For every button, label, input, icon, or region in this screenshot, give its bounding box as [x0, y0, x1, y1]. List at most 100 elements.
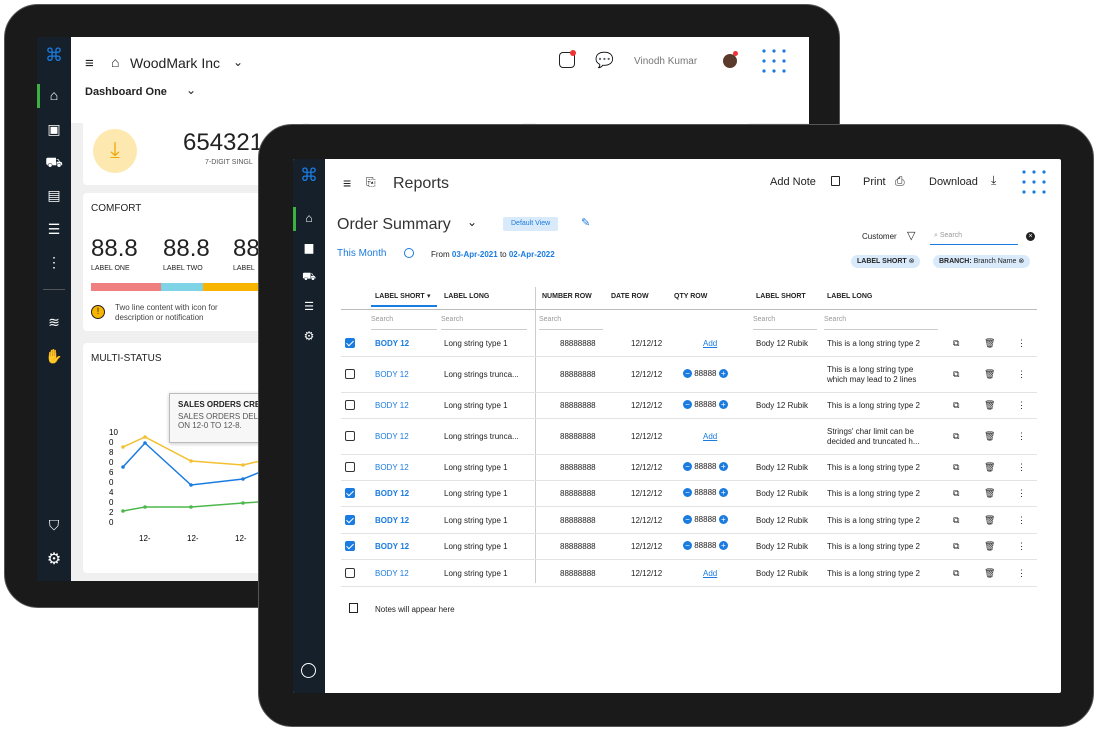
- from-date[interactable]: 03-Apr-2021: [452, 250, 498, 259]
- filter-chip-branch[interactable]: BRANCH: Branch Name ⊗: [933, 255, 1031, 268]
- qty-stepper[interactable]: − 88888 +: [683, 400, 728, 410]
- pause-icon[interactable]: [404, 248, 414, 258]
- edit-icon[interactable]: ✎: [581, 216, 590, 229]
- list-icon[interactable]: ☰: [293, 300, 325, 313]
- minus-icon[interactable]: −: [683, 541, 692, 551]
- dashboard-selector[interactable]: Dashboard One: [85, 86, 167, 98]
- qty-stepper[interactable]: − 88888 +: [683, 515, 728, 525]
- chart-icon[interactable]: ≋: [37, 314, 71, 331]
- plus-icon[interactable]: +: [718, 400, 728, 410]
- more-icon[interactable]: ⋮: [1017, 400, 1026, 411]
- chevron-down-icon[interactable]: ⌄: [233, 55, 243, 69]
- minus-icon[interactable]: −: [683, 462, 692, 472]
- this-month-selector[interactable]: This Month: [337, 248, 386, 259]
- qty-stepper[interactable]: − 88888 +: [683, 462, 728, 472]
- row-checkbox[interactable]: [345, 488, 355, 498]
- menu-icon[interactable]: ≡: [343, 175, 351, 191]
- more-icon[interactable]: ⋮: [37, 254, 71, 271]
- summary-title[interactable]: Order Summary: [337, 216, 451, 234]
- cell-label-short[interactable]: BODY 12: [375, 569, 409, 578]
- document-icon[interactable]: ▤: [37, 187, 71, 204]
- copy-icon[interactable]: ⧉: [953, 462, 959, 473]
- clear-icon[interactable]: ×: [1026, 232, 1035, 241]
- table-row[interactable]: BODY 12 Long string type 1 88888888 12/12/1…: [341, 455, 1037, 481]
- row-checkbox[interactable]: [345, 515, 355, 525]
- cell-label-short[interactable]: BODY 12: [375, 489, 409, 498]
- minus-icon[interactable]: −: [683, 488, 692, 498]
- avatar[interactable]: [723, 54, 737, 68]
- company-name[interactable]: WoodMark Inc: [130, 55, 220, 71]
- table-row[interactable]: BODY 12 Long strings trunca... 88888888 12/…: [341, 357, 1037, 393]
- delete-icon[interactable]: 🗑: [984, 488, 995, 499]
- row-checkbox[interactable]: [345, 400, 355, 410]
- cell-label-short[interactable]: BODY 12: [375, 370, 409, 379]
- truck-icon[interactable]: ⛟: [37, 154, 71, 173]
- copy-icon[interactable]: ⧉: [953, 541, 959, 552]
- user-icon[interactable]: [301, 663, 316, 678]
- apps-grid-icon[interactable]: [761, 48, 787, 74]
- copy-icon[interactable]: ⧉: [953, 369, 959, 380]
- col-number-row[interactable]: NUMBER ROW: [542, 293, 592, 300]
- copy-icon[interactable]: ⧉: [953, 338, 959, 349]
- filter-chip-label-short[interactable]: LABEL SHORT ⊗: [851, 255, 921, 268]
- plus-icon[interactable]: +: [718, 541, 728, 551]
- more-icon[interactable]: ⋮: [1017, 515, 1026, 526]
- cell-label-short[interactable]: BODY 12: [375, 339, 409, 348]
- plus-icon[interactable]: +: [718, 515, 728, 525]
- download-icon[interactable]: ⤓: [991, 173, 996, 188]
- chip-close-icon[interactable]: ⊗: [1018, 258, 1024, 265]
- chevron-down-icon[interactable]: ⌄: [467, 215, 477, 229]
- box-icon[interactable]: ▣: [37, 121, 71, 138]
- settings-icon[interactable]: ⚙: [37, 549, 71, 569]
- delete-icon[interactable]: 🗑: [984, 369, 995, 380]
- note-icon[interactable]: [831, 176, 840, 186]
- delete-icon[interactable]: 🗑: [984, 541, 995, 552]
- hand-icon[interactable]: ✋: [37, 348, 71, 365]
- qty-stepper[interactable]: − 88888 +: [683, 488, 728, 498]
- add-note-button[interactable]: Add Note: [770, 176, 816, 188]
- plus-icon[interactable]: +: [718, 488, 728, 498]
- copy-icon[interactable]: ⧉: [953, 568, 959, 579]
- cell-label-short[interactable]: BODY 12: [375, 401, 409, 410]
- table-row[interactable]: BODY 12 Long string type 1 88888888 12/12/1…: [341, 534, 1037, 560]
- col-label-long-2[interactable]: LABEL LONG: [827, 293, 872, 300]
- more-icon[interactable]: ⋮: [1017, 338, 1026, 349]
- search-input[interactable]: Search: [539, 312, 603, 330]
- chip-close-icon[interactable]: ⊗: [909, 258, 915, 265]
- copy-icon[interactable]: ⧉: [953, 400, 959, 411]
- add-link[interactable]: Add: [703, 432, 717, 441]
- cell-label-short[interactable]: BODY 12: [375, 542, 409, 551]
- home-icon[interactable]: ⌂: [37, 87, 71, 103]
- table-row[interactable]: BODY 12 Long string type 1 88888888 12/12/1…: [341, 481, 1037, 507]
- minus-icon[interactable]: −: [683, 400, 692, 410]
- gift-icon[interactable]: ▆: [293, 241, 325, 254]
- printer-icon[interactable]: ⎙: [895, 174, 905, 189]
- more-icon[interactable]: ⋮: [1017, 568, 1026, 579]
- more-icon[interactable]: ⋮: [1017, 431, 1026, 442]
- row-checkbox[interactable]: [345, 369, 355, 379]
- row-checkbox[interactable]: [345, 541, 355, 551]
- to-date[interactable]: 02-Apr-2022: [509, 250, 555, 259]
- delete-icon[interactable]: 🗑: [984, 515, 995, 526]
- copy-icon[interactable]: ⧉: [953, 488, 959, 499]
- delete-icon[interactable]: 🗑: [984, 400, 995, 411]
- search-input[interactable]: Search: [371, 312, 437, 330]
- plus-icon[interactable]: +: [718, 462, 728, 472]
- download-button[interactable]: Download: [929, 176, 978, 188]
- more-icon[interactable]: ⋮: [1017, 462, 1026, 473]
- sort-icon[interactable]: ▾: [427, 292, 431, 300]
- search-input[interactable]: Search: [753, 312, 817, 330]
- settings-icon[interactable]: ⚙: [293, 329, 325, 343]
- col-label-short[interactable]: LABEL SHORT: [375, 293, 425, 300]
- table-row[interactable]: BODY 12 Long string type 1 88888888 12/12/1…: [341, 508, 1037, 534]
- more-icon[interactable]: ⋮: [1017, 369, 1026, 380]
- copy-icon[interactable]: ⧉: [953, 515, 959, 526]
- delete-icon[interactable]: 🗑: [984, 431, 995, 442]
- col-qty-row[interactable]: QTY ROW: [674, 293, 707, 300]
- table-row[interactable]: BODY 12 Long string type 1 88888888 12/12/1…: [341, 331, 1037, 357]
- delete-icon[interactable]: 🗑: [984, 462, 995, 473]
- app-logo-icon[interactable]: ⌘: [37, 45, 71, 66]
- cell-label-short[interactable]: BODY 12: [375, 432, 409, 441]
- table-row[interactable]: BODY 12 Long string type 1 88888888 12/12/1…: [341, 561, 1037, 587]
- row-checkbox[interactable]: [345, 568, 355, 578]
